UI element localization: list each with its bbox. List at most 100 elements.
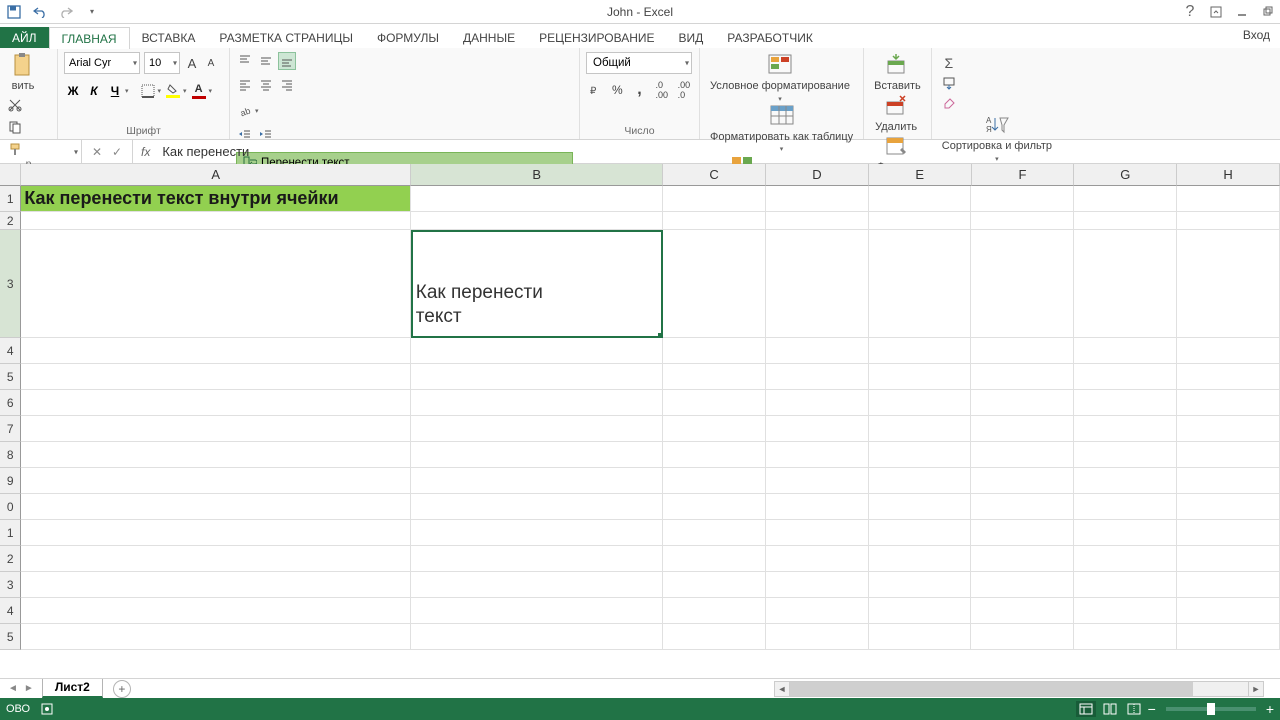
cell-C14[interactable] [663,598,766,624]
align-bottom-icon[interactable] [278,52,296,70]
cell-D12[interactable] [766,546,869,572]
cell-G15[interactable] [1074,624,1177,650]
cell-C3[interactable] [663,230,766,338]
column-header-A[interactable]: A [21,164,411,186]
align-center-icon[interactable] [257,76,275,94]
row-header-7[interactable]: 7 [0,416,21,442]
cell-D11[interactable] [766,520,869,546]
tab-home[interactable]: ГЛАВНАЯ [49,27,130,49]
cell-H5[interactable] [1177,364,1280,390]
cell-D6[interactable] [766,390,869,416]
cell-C15[interactable] [663,624,766,650]
row-header-1[interactable]: 1 [0,186,21,212]
enter-icon[interactable]: ✓ [110,145,124,159]
cell-B13[interactable] [411,572,663,598]
fx-icon[interactable]: fx [133,145,158,159]
cell-F9[interactable] [971,468,1074,494]
cell-G7[interactable] [1074,416,1177,442]
cell-E7[interactable] [869,416,972,442]
row-header-14[interactable]: 4 [0,598,21,624]
cell-D10[interactable] [766,494,869,520]
cell-G5[interactable] [1074,364,1177,390]
cell-H9[interactable] [1177,468,1280,494]
copy-icon[interactable] [6,118,24,136]
cell-E8[interactable] [869,442,972,468]
cell-A9[interactable] [21,468,410,494]
cell-F14[interactable] [971,598,1074,624]
cell-E6[interactable] [869,390,972,416]
cell-A5[interactable] [21,364,410,390]
cell-B3[interactable]: Как перенести текст [411,230,663,338]
cell-D13[interactable] [766,572,869,598]
shrink-font-icon[interactable]: A [204,58,218,69]
cell-E1[interactable] [869,186,972,212]
row-header-10[interactable]: 0 [0,494,21,520]
cell-D5[interactable] [766,364,869,390]
cell-H2[interactable] [1177,212,1280,230]
cell-F12[interactable] [971,546,1074,572]
cell-H10[interactable] [1177,494,1280,520]
percent-format-icon[interactable]: % [608,80,626,100]
row-header-5[interactable]: 5 [0,364,21,390]
redo-icon[interactable] [58,4,74,20]
row-header-9[interactable]: 9 [0,468,21,494]
fill-icon[interactable] [938,74,960,92]
chevron-down-icon[interactable]: ▾ [158,87,162,95]
number-format-combo[interactable]: Общий▾ [586,52,692,74]
insert-cells-button[interactable]: Вставить [870,52,925,93]
cell-C12[interactable] [663,546,766,572]
cell-B6[interactable] [411,390,663,416]
cell-H3[interactable] [1177,230,1280,338]
column-header-G[interactable]: G [1074,164,1177,186]
cell-G3[interactable] [1074,230,1177,338]
align-left-icon[interactable] [236,76,254,94]
cell-A12[interactable] [21,546,410,572]
font-size-combo[interactable]: 10▾ [144,52,180,74]
cell-A6[interactable] [21,390,410,416]
cell-E13[interactable] [869,572,972,598]
cancel-icon[interactable]: ✕ [90,145,104,159]
cell-D9[interactable] [766,468,869,494]
cell-E14[interactable] [869,598,972,624]
cell-C1[interactable] [663,186,766,212]
cell-G10[interactable] [1074,494,1177,520]
customize-qat-icon[interactable]: ▾ [84,4,100,20]
formula-input[interactable]: Как перенести [158,144,1280,159]
cell-F7[interactable] [971,416,1074,442]
cell-B1[interactable] [411,186,663,212]
undo-icon[interactable] [32,4,48,20]
cell-C2[interactable] [663,212,766,230]
cell-C8[interactable] [663,442,766,468]
add-sheet-button[interactable]: + [113,680,131,698]
cell-A4[interactable] [21,338,410,364]
cell-F8[interactable] [971,442,1074,468]
row-header-12[interactable]: 2 [0,546,21,572]
borders-icon[interactable] [139,82,157,100]
row-header-8[interactable]: 8 [0,442,21,468]
cell-B7[interactable] [411,416,663,442]
cell-F10[interactable] [971,494,1074,520]
cell-H4[interactable] [1177,338,1280,364]
zoom-slider-thumb[interactable] [1207,703,1215,715]
cell-A2[interactable] [21,212,410,230]
cell-B11[interactable] [411,520,663,546]
cell-A7[interactable] [21,416,410,442]
select-all-corner[interactable] [0,164,21,186]
tab-page-layout[interactable]: РАЗМЕТКА СТРАНИЦЫ [207,27,365,48]
cell-A1[interactable]: Как перенести текст внутри ячейки [21,186,410,212]
sheet-tab-active[interactable]: Лист2 [42,679,103,698]
increase-indent-icon[interactable] [257,126,275,144]
column-header-F[interactable]: F [972,164,1075,186]
cell-H6[interactable] [1177,390,1280,416]
delete-cells-button[interactable]: Удалить [870,93,922,134]
column-header-D[interactable]: D [766,164,869,186]
cell-D2[interactable] [766,212,869,230]
cell-E3[interactable] [869,230,972,338]
align-middle-icon[interactable] [257,52,275,70]
cell-G9[interactable] [1074,468,1177,494]
cell-B14[interactable] [411,598,663,624]
cell-F13[interactable] [971,572,1074,598]
paste-button[interactable]: вить [6,52,40,92]
cell-F3[interactable] [971,230,1074,338]
accounting-format-icon[interactable]: ₽ [586,80,604,100]
